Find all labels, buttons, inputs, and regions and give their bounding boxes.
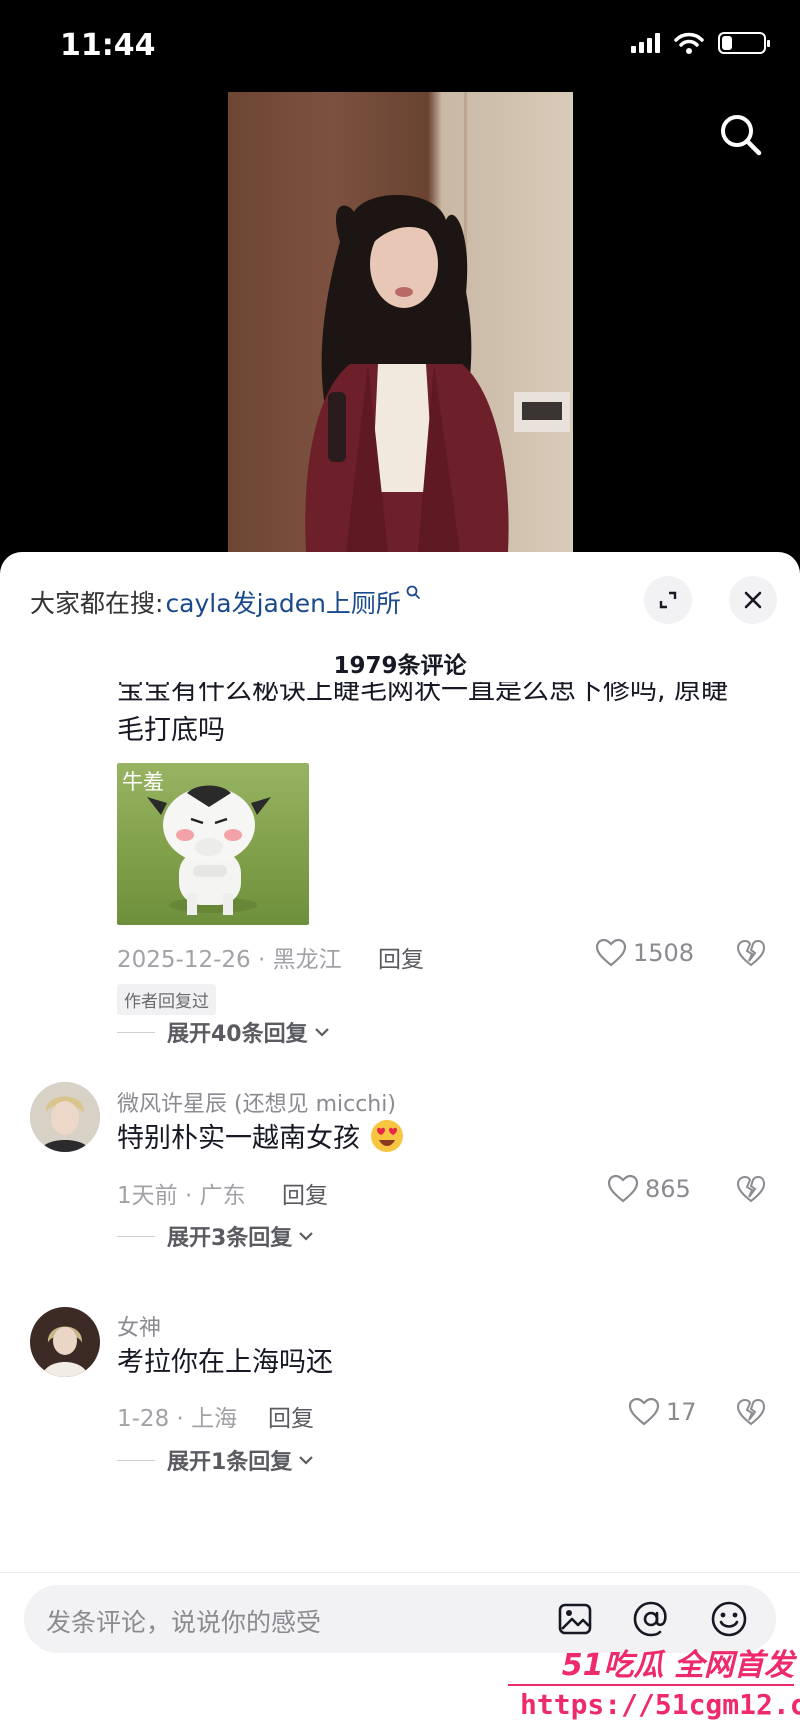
expand-icon [659,591,677,609]
expand-replies-button[interactable]: 展开3条回复 [117,1220,314,1252]
reply-button[interactable]: 回复 [378,940,424,974]
expand-sheet-button[interactable] [644,576,692,624]
emoji-icon[interactable] [710,1600,748,1638]
author-replied-tag: 作者回复过 [117,984,216,1015]
like-button[interactable]: 865 [607,1174,691,1204]
comment-text: 考拉你在上海吗还 [117,1347,333,1378]
close-icon [744,591,762,609]
status-icons [631,32,770,54]
status-bar: 11:44 [0,0,800,92]
expand-replies-button[interactable]: 展开1条回复 [117,1444,314,1476]
like-count: 17 [666,1398,697,1426]
avatar[interactable] [30,1082,100,1152]
watermark: 51吃瓜 全网首发 https://51cgm12.com [508,1640,800,1731]
hot-search-term[interactable]: cayla发jaden上厕所 [165,584,401,620]
input-divider [0,1572,800,1573]
comment-item: 宝宝有什么秘诀上睫毛网状一直是么思下修吗, 原睫 毛打底吗 牛羞 2025-12… [0,682,800,973]
like-button[interactable]: 17 [628,1397,697,1427]
broken-heart-icon[interactable] [736,939,766,969]
cellular-signal-icon [631,33,660,53]
hot-search-row[interactable]: 大家都在搜: cayla发jaden上厕所 [30,580,421,624]
comment-sheet: 大家都在搜: cayla发jaden上厕所 1979条评论 宝宝有什么秘诀上睫毛… [0,552,800,1731]
comment-text-line: 宝宝有什么秘诀上睫毛网状一直是么思下修吗, 原睫 [117,682,729,706]
small-search-icon [406,585,420,599]
image-icon[interactable] [556,1600,594,1638]
watermark-divider [508,1684,794,1686]
search-icon [721,115,762,156]
reply-button[interactable]: 回复 [268,1399,314,1433]
status-time: 11:44 [60,28,156,63]
like-count: 865 [645,1175,691,1203]
heart-icon [595,938,627,967]
expand-replies-label: 展开3条回复 [167,1226,293,1251]
like-button[interactable]: 1508 [595,938,694,968]
wifi-icon [674,32,704,54]
chevron-down-icon [299,1456,314,1465]
battery-icon [718,32,770,54]
comment-text-body: 特别朴实一越南女孩 [117,1123,360,1154]
chevron-down-icon [299,1232,314,1241]
video-thumbnail [228,92,573,552]
comment-text: 特别朴实一越南女孩 [117,1118,405,1160]
hot-search-prefix: 大家都在搜: [30,589,164,618]
comment-sticker[interactable]: 牛羞 [117,763,309,925]
comment-meta: 1天前 · 广东 [117,1183,246,1209]
comment-text-line: 毛打底吗 [117,715,225,746]
comment-meta: 2025-12-26 · 黑龙江 [117,947,342,973]
comment-count: 1979条评论 [333,653,467,679]
comment-input-placeholder: 发条评论，说说你的感受 [46,1608,322,1637]
heart-eyes-emoji-icon [370,1120,403,1152]
comment-username[interactable]: 微风许星辰 (还想见 micchi) [117,1086,396,1118]
close-sheet-button[interactable] [729,576,777,624]
at-icon[interactable] [632,1600,670,1638]
chevron-down-icon [314,1028,329,1037]
battery-level [722,36,732,50]
heart-icon [607,1174,639,1203]
broken-heart-icon[interactable] [736,1175,766,1205]
expand-replies-label: 展开40条回复 [167,1022,308,1047]
reply-button[interactable]: 回复 [282,1176,328,1210]
comment-meta: 1-28 · 上海 [117,1406,238,1432]
watermark-url: https://51cgm12.com [520,1688,800,1721]
comment-username[interactable]: 女神 [117,1310,161,1342]
expand-replies-button[interactable]: 展开40条回复 [117,1016,330,1048]
avatar[interactable] [30,1307,100,1377]
comment-list[interactable]: 宝宝有什么秘诀上睫毛网状一直是么思下修吗, 原睫 毛打底吗 牛羞 2025-12… [0,682,800,1602]
sticker-label: 牛羞 [122,770,164,794]
broken-heart-icon[interactable] [736,1398,766,1428]
heart-icon [628,1397,660,1426]
like-count: 1508 [633,939,695,967]
watermark-title: 51吃瓜 全网首发 [561,1648,794,1683]
expand-replies-label: 展开1条回复 [167,1450,293,1475]
video-player[interactable] [0,92,800,552]
video-search-button[interactable] [716,110,766,160]
